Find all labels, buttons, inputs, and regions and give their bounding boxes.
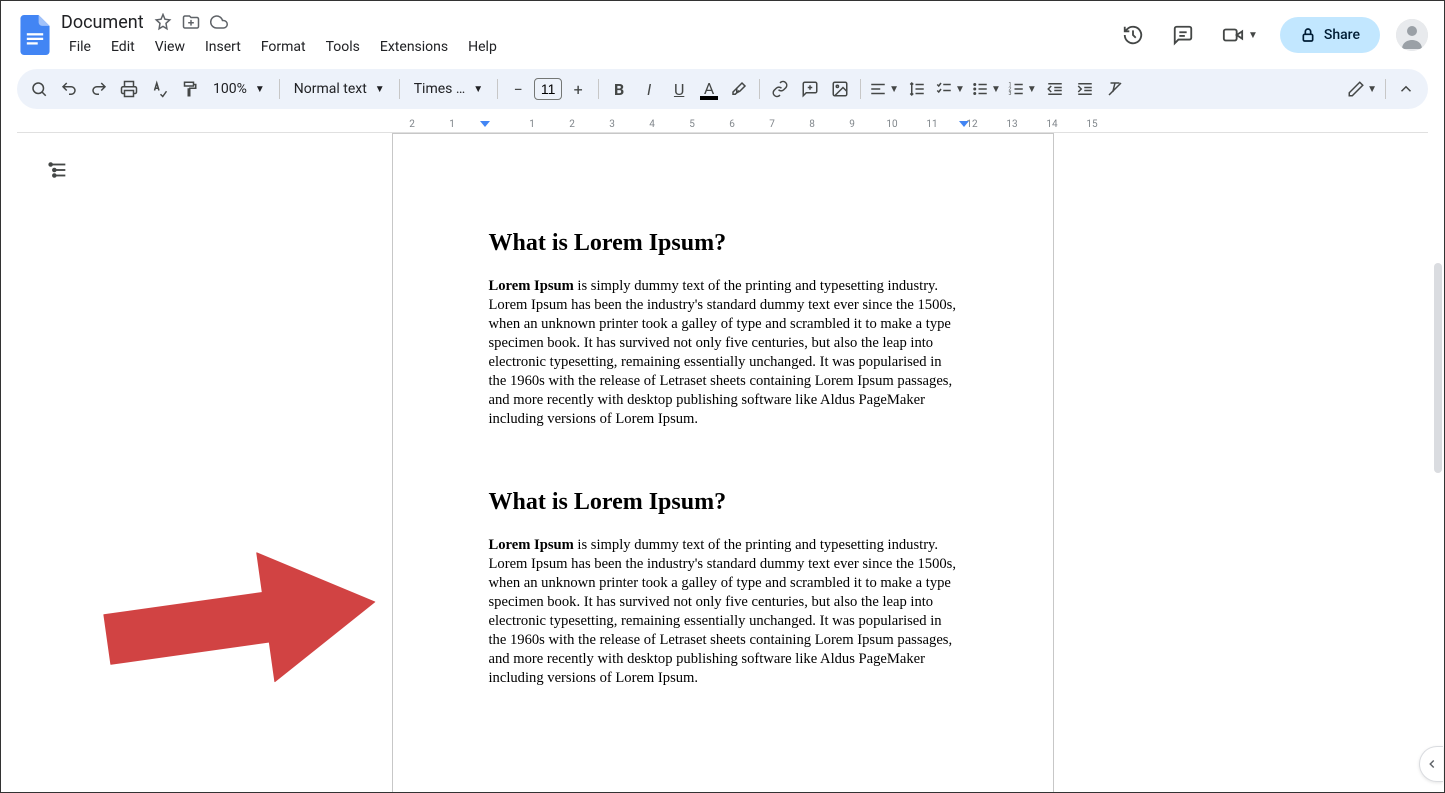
indent-increase-icon[interactable] <box>1071 75 1099 103</box>
collapse-toolbar-icon[interactable] <box>1392 75 1420 103</box>
outline-toggle-icon[interactable] <box>41 153 75 191</box>
ruler[interactable]: 2 1 1 2 3 4 5 6 7 8 9 10 11 12 13 14 15 <box>17 117 1428 133</box>
underline-icon[interactable]: U <box>665 75 693 103</box>
menu-file[interactable]: File <box>61 35 99 59</box>
menu-insert[interactable]: Insert <box>197 35 249 59</box>
cloud-status-icon[interactable] <box>210 13 228 31</box>
heading[interactable]: What is Lorem Ipsum? <box>489 489 957 516</box>
font-size-increase[interactable]: + <box>564 75 592 103</box>
right-indent-marker[interactable] <box>959 121 969 131</box>
paint-format-icon[interactable] <box>175 75 203 103</box>
menu-edit[interactable]: Edit <box>103 35 143 59</box>
zoom-select[interactable]: 100%▼ <box>205 75 273 103</box>
search-icon[interactable] <box>25 75 53 103</box>
menu-tools[interactable]: Tools <box>318 35 368 59</box>
left-indent-marker[interactable] <box>480 121 490 131</box>
svg-text:3: 3 <box>1008 91 1011 97</box>
menu-bar: File Edit View Insert Format Tools Exten… <box>61 35 1116 59</box>
history-icon[interactable] <box>1116 18 1150 52</box>
comments-icon[interactable] <box>1166 18 1200 52</box>
menu-format[interactable]: Format <box>253 35 314 59</box>
print-icon[interactable] <box>115 75 143 103</box>
font-size-input[interactable] <box>534 78 562 100</box>
heading[interactable]: What is Lorem Ipsum? <box>489 230 957 257</box>
share-button[interactable]: Share <box>1280 17 1380 53</box>
line-spacing-icon[interactable] <box>903 75 931 103</box>
style-select[interactable]: Normal text▼ <box>286 75 393 103</box>
indent-decrease-icon[interactable] <box>1041 75 1069 103</box>
meet-button[interactable]: ▼ <box>1216 18 1264 52</box>
paragraph[interactable]: Lorem Ipsum is simply dummy text of the … <box>489 277 957 429</box>
bulleted-list-icon[interactable]: ▼ <box>969 75 1003 103</box>
annotation-arrow-icon <box>96 535 396 709</box>
numbered-list-icon[interactable]: 123▼ <box>1005 75 1039 103</box>
add-comment-icon[interactable] <box>796 75 824 103</box>
document-area[interactable]: What is Lorem Ipsum? Lorem Ipsum is simp… <box>1 133 1444 792</box>
font-size-decrease[interactable]: − <box>504 75 532 103</box>
link-icon[interactable] <box>766 75 794 103</box>
user-avatar[interactable] <box>1396 19 1428 51</box>
document-page[interactable]: What is Lorem Ipsum? Lorem Ipsum is simp… <box>392 133 1054 792</box>
toolbar: 100%▼ Normal text▼ Times …▼ − + B I U A … <box>17 69 1428 109</box>
clear-format-icon[interactable] <box>1101 75 1129 103</box>
star-icon[interactable] <box>154 13 172 31</box>
checklist-icon[interactable]: ▼ <box>933 75 967 103</box>
editing-mode-icon[interactable]: ▼ <box>1345 75 1379 103</box>
paragraph[interactable]: Lorem Ipsum is simply dummy text of the … <box>489 536 957 688</box>
italic-icon[interactable]: I <box>635 75 663 103</box>
font-select[interactable]: Times …▼ <box>406 75 491 103</box>
share-label: Share <box>1324 27 1360 43</box>
undo-icon[interactable] <box>55 75 83 103</box>
menu-extensions[interactable]: Extensions <box>372 35 456 59</box>
image-icon[interactable] <box>826 75 854 103</box>
bold-icon[interactable]: B <box>605 75 633 103</box>
redo-icon[interactable] <box>85 75 113 103</box>
header: Document File Edit View Insert Format To… <box>1 1 1444 61</box>
spellcheck-icon[interactable] <box>145 75 173 103</box>
side-panel-toggle-icon[interactable] <box>1419 746 1443 782</box>
docs-logo-icon[interactable] <box>17 17 53 53</box>
document-title[interactable]: Document <box>61 12 144 33</box>
move-icon[interactable] <box>182 13 200 31</box>
highlight-icon[interactable] <box>725 75 753 103</box>
text-color-icon[interactable]: A <box>695 75 723 103</box>
menu-help[interactable]: Help <box>460 35 505 59</box>
scrollbar-thumb[interactable] <box>1434 263 1442 473</box>
menu-view[interactable]: View <box>147 35 193 59</box>
align-icon[interactable]: ▼ <box>867 75 901 103</box>
